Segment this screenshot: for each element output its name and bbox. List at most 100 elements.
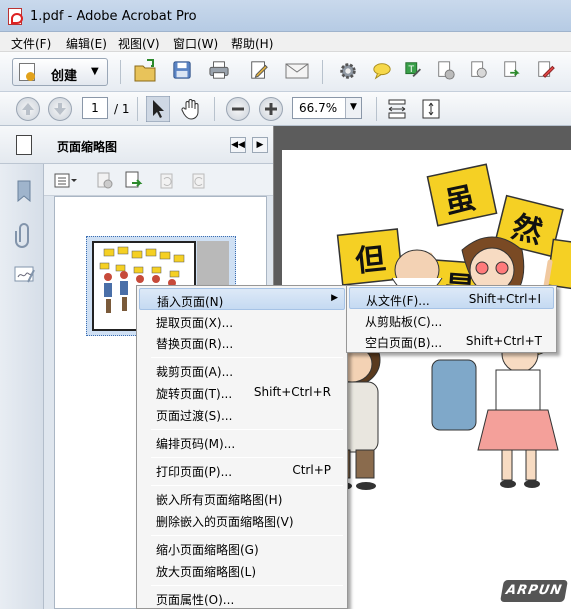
- chevron-down-icon: ▼: [91, 66, 99, 77]
- gear-icon[interactable]: [337, 61, 359, 81]
- rotate-left-icon[interactable]: [158, 172, 176, 190]
- menu-item-reduce-thumbnails[interactable]: 缩小页面缩略图(G): [139, 537, 345, 559]
- zoom-in-button[interactable]: [259, 97, 283, 121]
- menu-item-page-transitions[interactable]: 页面过渡(S)...: [139, 403, 345, 425]
- menu-separator: [151, 535, 343, 536]
- submenu-item-shortcut: Shift+Ctrl+I: [468, 292, 541, 306]
- options-menu-icon[interactable]: [54, 173, 78, 189]
- menu-item-label: 删除嵌入的页面缩略图(V): [156, 515, 294, 529]
- menu-item-enlarge-thumbnails[interactable]: 放大页面缩略图(L): [139, 559, 345, 581]
- attachment-icon[interactable]: [14, 222, 34, 248]
- select-tool-icon[interactable]: [146, 96, 170, 122]
- title-bar: 1.pdf - Adobe Acrobat Pro: [0, 0, 571, 32]
- menu-bar: 文件(F) 编辑(E) 视图(V) 窗口(W) 帮助(H): [0, 32, 571, 52]
- insert-pages-submenu: 从文件(F)... Shift+Ctrl+I 从剪贴板(C)... 空白页面(B…: [346, 285, 557, 353]
- menu-item-page-properties[interactable]: 页面属性(O)...: [139, 587, 345, 609]
- comment-icon[interactable]: [371, 61, 393, 81]
- menu-item-label: 嵌入所有页面缩略图(H): [156, 493, 283, 507]
- minus-icon: [232, 107, 244, 111]
- menu-item-number-pages[interactable]: 编排页码(M)...: [139, 431, 345, 453]
- menu-edit[interactable]: 编辑(E): [66, 35, 107, 52]
- menu-separator: [151, 429, 343, 430]
- share-icon[interactable]: [501, 60, 523, 80]
- menu-item-label: 放大页面缩略图(L): [156, 565, 257, 579]
- window-title: 1.pdf - Adobe Acrobat Pro: [30, 9, 197, 24]
- main-toolbar: 创建 ▼ T: [0, 52, 571, 92]
- toolbar-divider: [214, 97, 215, 121]
- panel-title: 页面缩略图: [57, 140, 118, 154]
- email-icon[interactable]: [285, 61, 309, 81]
- menu-item-label: 页面过渡(S)...: [156, 409, 233, 423]
- menu-item-print-pages[interactable]: 打印页面(P)... Ctrl+P: [139, 459, 345, 481]
- watermark-logo: ARPUN: [500, 580, 568, 602]
- edit-document-icon[interactable]: [248, 60, 270, 80]
- menu-view[interactable]: 视图(V): [118, 35, 160, 52]
- submenu-item-label: 从文件(F)...: [366, 294, 430, 308]
- toolbar-divider: [376, 97, 377, 121]
- submenu-item-label: 空白页面(B)...: [365, 336, 443, 350]
- menu-item-embed-thumbnails[interactable]: 嵌入所有页面缩略图(H): [139, 487, 345, 509]
- navigation-toolbar: 1 / 1 66.7% ▼: [0, 92, 571, 126]
- bookmark-icon[interactable]: [16, 180, 32, 202]
- menu-file[interactable]: 文件(F): [11, 35, 51, 52]
- menu-item-extract-pages[interactable]: 提取页面(X)...: [139, 310, 345, 332]
- menu-separator: [151, 485, 343, 486]
- menu-item-label: 页面属性(O)...: [156, 593, 235, 607]
- submenu-item-shortcut: Shift+Ctrl+T: [465, 334, 542, 348]
- fit-page-icon[interactable]: [420, 98, 442, 120]
- print-icon[interactable]: [208, 60, 230, 80]
- menu-separator: [151, 457, 343, 458]
- page-number-input[interactable]: 1: [82, 97, 108, 119]
- form-edit-icon[interactable]: [535, 60, 557, 80]
- submenu-item-from-clipboard[interactable]: 从剪贴板(C)...: [349, 309, 554, 331]
- page-insert-icon[interactable]: [435, 60, 457, 80]
- submenu-item-label: 从剪贴板(C)...: [365, 315, 443, 329]
- signature-icon[interactable]: [14, 264, 36, 286]
- submenu-arrow-icon: ▶: [331, 293, 338, 303]
- menu-item-rotate-pages[interactable]: 旋转页面(T)... Shift+Ctrl+R: [139, 381, 345, 403]
- navigation-strip: [0, 126, 44, 609]
- zoom-select[interactable]: 66.7% ▼: [292, 97, 362, 119]
- zoom-out-button[interactable]: [226, 97, 250, 121]
- delete-page-icon[interactable]: [96, 172, 114, 190]
- page-thumbnails-icon[interactable]: [16, 135, 32, 155]
- thumbnail-toolbar: [44, 164, 273, 196]
- svg-text:T: T: [408, 65, 415, 75]
- page-total-label: / 1: [114, 102, 130, 116]
- sign-icon[interactable]: T: [403, 60, 425, 80]
- create-button[interactable]: 创建 ▼: [12, 58, 108, 86]
- collapse-panel-button[interactable]: ◀◀: [230, 137, 246, 153]
- save-icon[interactable]: [171, 60, 193, 80]
- context-menu: 插入页面(N) ▶ 提取页面(X)... 替换页面(R)... 裁剪页面(A).…: [136, 285, 348, 609]
- panel-options-button[interactable]: ▶: [252, 137, 268, 153]
- menu-window[interactable]: 窗口(W): [173, 35, 218, 52]
- menu-item-insert-pages[interactable]: 插入页面(N) ▶: [139, 288, 345, 310]
- menu-item-label: 替换页面(R)...: [156, 337, 234, 351]
- menu-item-label: 编排页码(M)...: [156, 437, 236, 451]
- sign-char-3: 但: [354, 242, 387, 280]
- menu-help[interactable]: 帮助(H): [231, 35, 273, 52]
- insert-page-icon[interactable]: [124, 171, 144, 191]
- previous-page-button[interactable]: [16, 97, 40, 121]
- menu-item-remove-thumbnails[interactable]: 删除嵌入的页面缩略图(V): [139, 509, 345, 531]
- menu-item-label: 打印页面(P)...: [156, 465, 233, 479]
- toolbar-divider: [120, 60, 121, 84]
- toolbar-divider: [322, 60, 323, 84]
- page-delete-icon[interactable]: [468, 60, 490, 80]
- menu-item-label: 旋转页面(T)...: [156, 387, 233, 401]
- menu-separator: [151, 357, 343, 358]
- menu-item-label: 提取页面(X)...: [156, 316, 234, 330]
- pages-panel-header: 页面缩略图 ◀◀ ▶: [0, 126, 273, 164]
- chevron-down-icon[interactable]: ▼: [345, 98, 361, 118]
- menu-item-replace-pages[interactable]: 替换页面(R)...: [139, 331, 345, 353]
- open-folder-icon[interactable]: [133, 58, 159, 84]
- hand-tool-icon[interactable]: [180, 98, 202, 120]
- next-page-button[interactable]: [48, 97, 72, 121]
- menu-item-shortcut: Shift+Ctrl+R: [253, 385, 331, 399]
- plus-icon: [265, 103, 277, 115]
- fit-width-icon[interactable]: [386, 98, 408, 120]
- menu-item-crop-pages[interactable]: 裁剪页面(A)...: [139, 359, 345, 381]
- submenu-item-blank-page[interactable]: 空白页面(B)... Shift+Ctrl+T: [349, 330, 554, 352]
- submenu-item-from-file[interactable]: 从文件(F)... Shift+Ctrl+I: [349, 287, 554, 309]
- rotate-right-icon[interactable]: [190, 172, 208, 190]
